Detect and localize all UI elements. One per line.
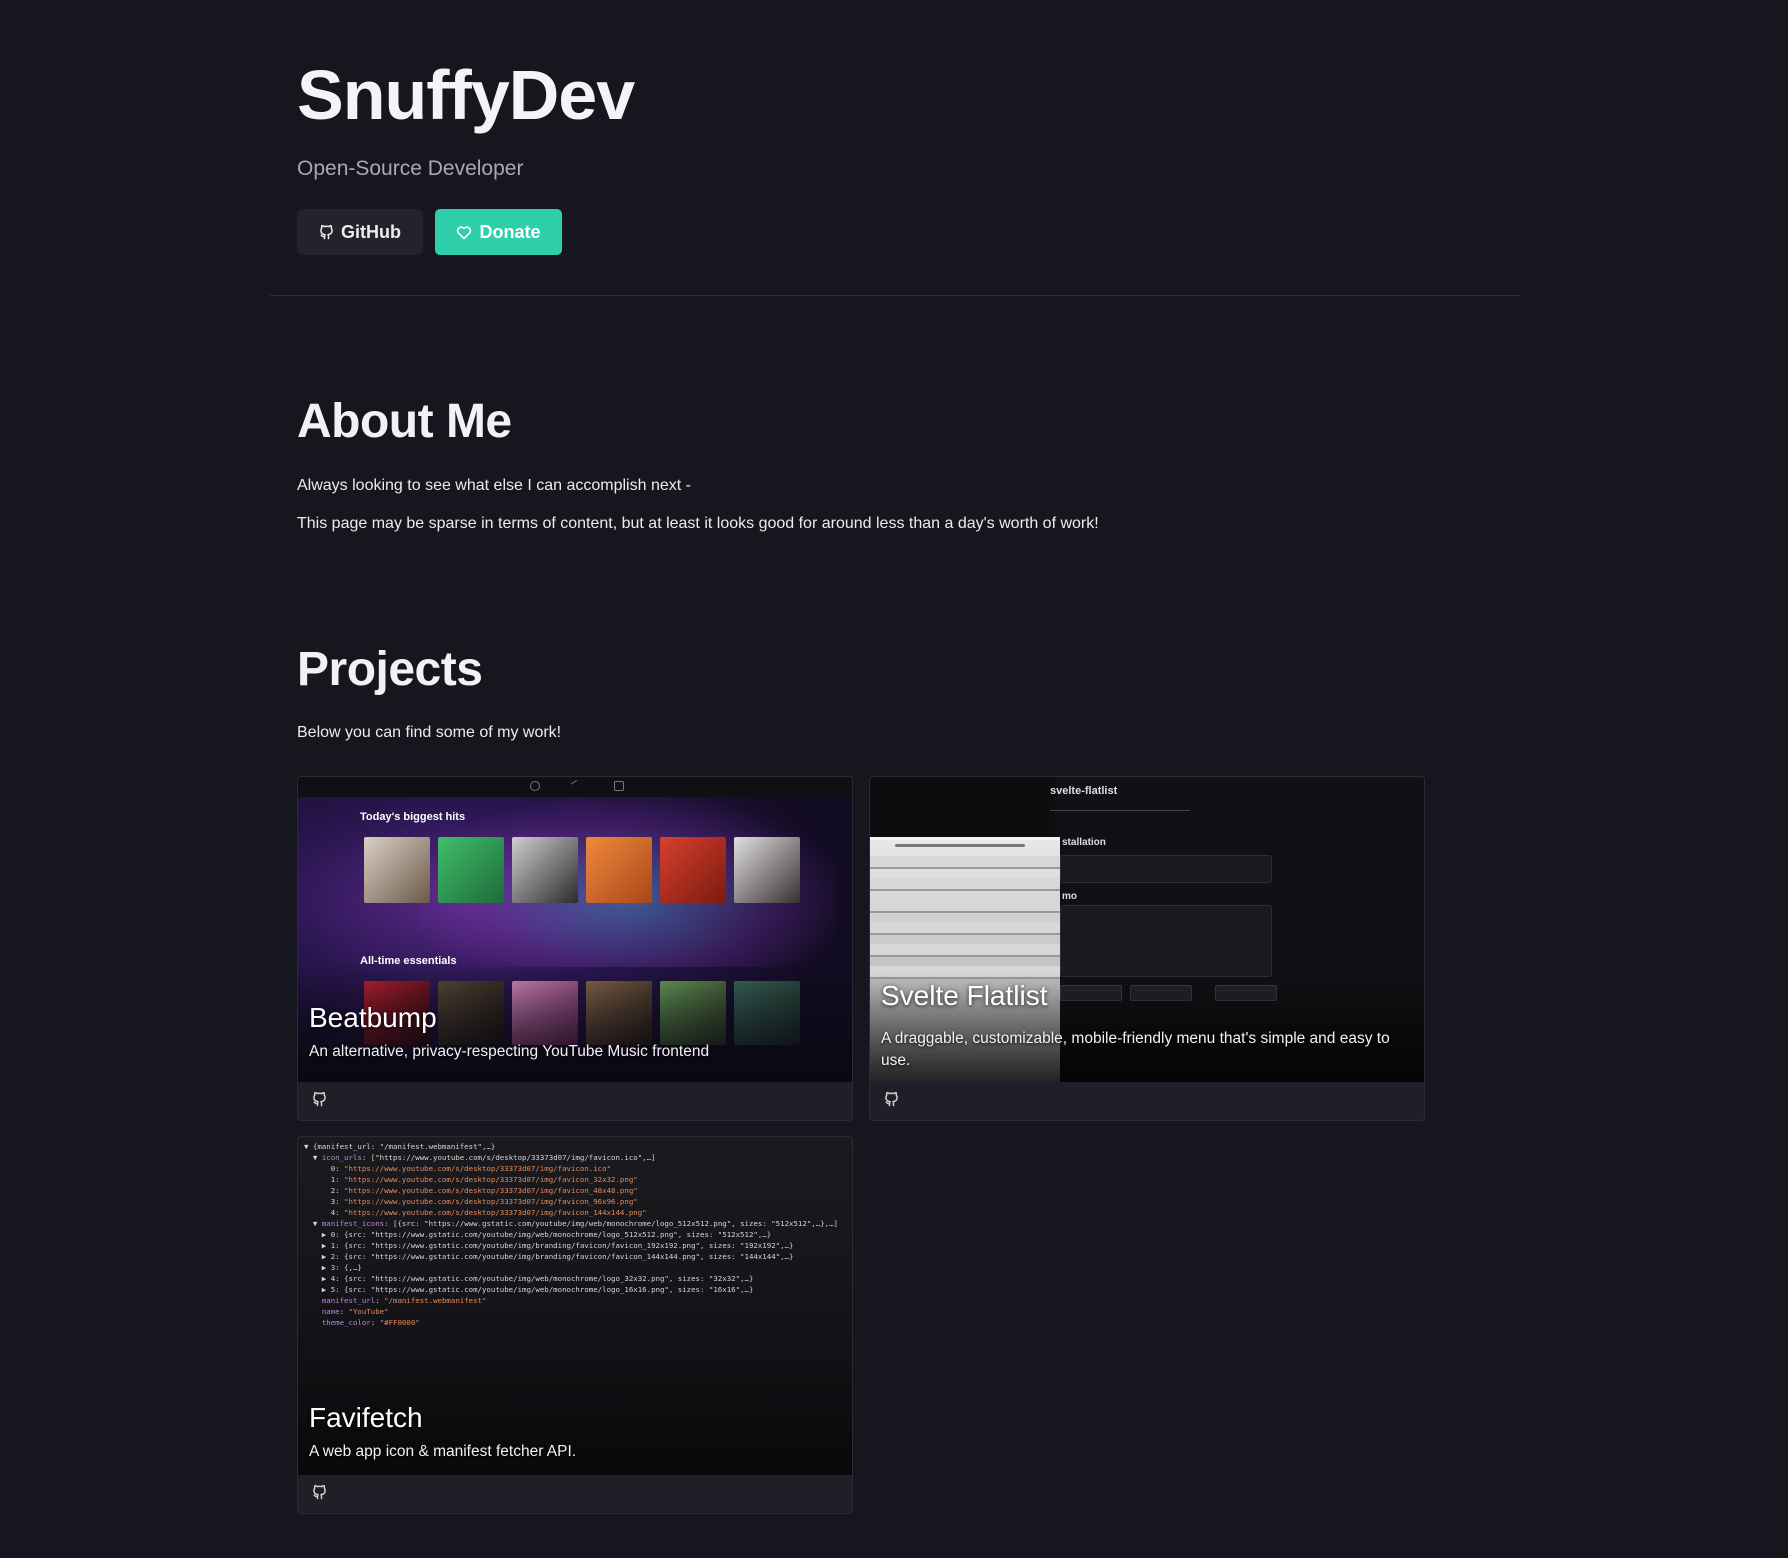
preview-installation-heading: stallation <box>1062 837 1106 848</box>
github-icon[interactable] <box>312 1091 327 1112</box>
github-icon <box>319 224 334 240</box>
project-card-svelte-flatlist[interactable]: svelte-flatlist stallation mo Svelte Fla… <box>869 776 1425 1121</box>
donate-button[interactable]: Donate <box>435 209 562 255</box>
site-title: SnuffyDev <box>297 56 635 134</box>
about-heading: About Me <box>297 395 512 448</box>
project-title: Beatbump <box>309 1002 437 1033</box>
projects-intro: Below you can find some of my work! <box>297 724 562 741</box>
projects-section: Projects Below you can find some of my w… <box>297 642 561 742</box>
header-divider <box>270 295 1520 296</box>
preview-demo-heading: mo <box>1062 891 1077 902</box>
page: SnuffyDev Open-Source Developer GitHub D… <box>0 0 1788 1558</box>
preview-code-output: ▼ {manifest_url: "/manifest.webmanifest"… <box>304 1142 838 1327</box>
about-line-2: This page may be sparse in terms of cont… <box>297 515 1099 532</box>
header-buttons: GitHub Donate <box>297 209 634 255</box>
about-line-1: Always looking to see what else I can ac… <box>297 477 691 494</box>
project-card-footer <box>298 1475 852 1513</box>
project-description: A web app icon & manifest fetcher API. <box>309 1443 577 1460</box>
site-subtitle: Open-Source Developer <box>297 157 524 180</box>
project-card-beatbump[interactable]: Today's biggest hits All-time essentials… <box>297 776 853 1121</box>
project-preview-svelte-flatlist: svelte-flatlist stallation mo Svelte Fla… <box>870 777 1424 1082</box>
project-card-footer <box>298 1082 852 1120</box>
project-preview-beatbump: Today's biggest hits All-time essentials… <box>298 777 852 1082</box>
project-card-favifetch[interactable]: ▼ {manifest_url: "/manifest.webmanifest"… <box>297 1136 853 1514</box>
github-button[interactable]: GitHub <box>297 209 423 255</box>
project-title: Svelte Flatlist <box>881 980 1048 1011</box>
preview-top-bar <box>298 777 852 797</box>
project-card-footer <box>870 1082 1424 1120</box>
projects-heading: Projects <box>297 643 483 696</box>
project-title: Favifetch <box>309 1402 423 1433</box>
donate-button-label: Donate <box>479 221 541 242</box>
project-description: An alternative, privacy-respecting YouTu… <box>309 1043 710 1060</box>
github-icon[interactable] <box>884 1091 899 1112</box>
about-section: About Me Always looking to see what else… <box>297 394 1099 534</box>
github-icon[interactable] <box>312 1484 327 1505</box>
project-description: A draggable, customizable, mobile-friend… <box>881 1030 1390 1069</box>
heart-icon <box>456 225 472 240</box>
preview-heading-today: Today's biggest hits <box>360 811 466 823</box>
project-preview-favifetch: ▼ {manifest_url: "/manifest.webmanifest"… <box>298 1137 852 1475</box>
github-button-label: GitHub <box>341 221 401 242</box>
site-header: SnuffyDev Open-Source Developer GitHub D… <box>297 55 635 255</box>
preview-heading: svelte-flatlist <box>1050 785 1118 797</box>
